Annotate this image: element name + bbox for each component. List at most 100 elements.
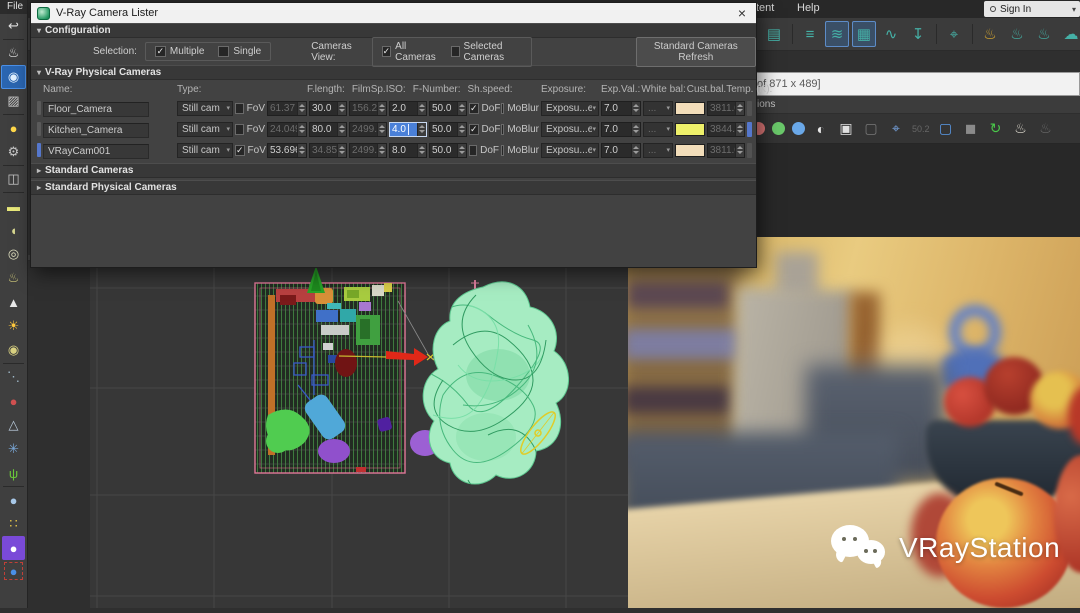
shspeed-spinner[interactable]: 50.0: [429, 101, 467, 116]
shspeed-spinner[interactable]: 50.0: [429, 122, 467, 137]
expval-spinner[interactable]: 7.0: [601, 101, 641, 116]
row-handle-selected[interactable]: [37, 143, 41, 157]
fnumber-spinner-editing[interactable]: 4.0: [389, 122, 427, 137]
fov-checkbox[interactable]: ✓: [235, 103, 244, 114]
dialog-title-bar[interactable]: V-Ray Camera Lister ×: [31, 3, 756, 23]
single-checkbox[interactable]: ✓: [218, 46, 229, 57]
undo-icon[interactable]: ↩: [0, 14, 27, 38]
cube-icon[interactable]: ◼: [962, 120, 980, 137]
custtemp-spinner[interactable]: 3811.0: [707, 143, 745, 158]
shspeed-spinner[interactable]: 50.0: [429, 143, 467, 158]
fov-spinner[interactable]: 61.37: [267, 101, 307, 116]
render-last-icon[interactable]: ♨: [1012, 120, 1030, 137]
monitor-icon[interactable]: ▢: [937, 120, 955, 137]
whitebal-dropdown[interactable]: ...▾: [643, 122, 673, 137]
layers-icon[interactable]: ≋: [825, 21, 849, 47]
rain-particles-icon[interactable]: ⋱: [0, 365, 27, 389]
dof-toggle[interactable]: ✓DoF: [469, 124, 499, 135]
select-region-icon[interactable]: ⌖: [942, 21, 966, 47]
film-iso-spinner[interactable]: 156.25: [349, 101, 387, 116]
fov-checkbox[interactable]: ✓: [235, 124, 244, 135]
rollout-standard-physical-cameras[interactable]: ▸ Standard Physical Cameras: [31, 180, 756, 195]
fov-toggle[interactable]: ✓FoV: [235, 145, 265, 156]
material-override-icon[interactable]: ●: [2, 536, 25, 560]
dof-checkbox[interactable]: ✓: [469, 103, 479, 114]
rollout-physical-cameras[interactable]: ▾ V-Ray Physical Cameras: [31, 65, 756, 80]
render-image-icon[interactable]: ▨: [0, 89, 27, 113]
camera-settings-icon[interactable]: ⚙: [0, 140, 27, 164]
quad-spheres-icon[interactable]: ∷: [0, 512, 27, 536]
camera-type-dropdown[interactable]: Still cam▾: [177, 143, 233, 158]
custtemp-spinner[interactable]: 3811.0: [707, 101, 745, 116]
copy-image-icon[interactable]: ▢: [862, 120, 880, 137]
moblur-toggle[interactable]: ✓MoBlur: [501, 103, 539, 114]
ring-sphere-icon[interactable]: ◉: [0, 338, 27, 362]
fov-checkbox[interactable]: ✓: [235, 145, 245, 156]
menu-item-partial[interactable]: tent: [756, 2, 774, 14]
gizmo-plane-icon[interactable]: △: [0, 413, 27, 437]
camera-name-input[interactable]: [43, 123, 149, 138]
exposure-dropdown[interactable]: Exposu...e (EV)▾: [541, 143, 599, 158]
curve-editor-icon[interactable]: ∿: [879, 21, 903, 47]
moblur-toggle[interactable]: ✓MoBlur: [501, 145, 539, 156]
fov-spinner[interactable]: 24.049: [267, 122, 307, 137]
cone-icon[interactable]: ▲: [0, 290, 27, 314]
fnumber-spinner[interactable]: 8.0: [389, 143, 427, 158]
sphere-blue-icon[interactable]: ●: [0, 488, 27, 512]
file-menu[interactable]: File: [0, 0, 27, 14]
camera-name-input[interactable]: [43, 144, 149, 159]
rollout-standard-cameras[interactable]: ▸ Standard Cameras: [31, 163, 756, 178]
render-teapot-icon[interactable]: ♨: [1005, 21, 1029, 47]
teapot-gold-icon[interactable]: ♨: [0, 266, 27, 290]
blue-channel-icon[interactable]: [792, 122, 805, 135]
menu-item-help[interactable]: Help: [797, 2, 820, 14]
all-cameras-option[interactable]: ✓ All Cameras: [382, 41, 438, 63]
fov-toggle[interactable]: ✓FoV: [235, 124, 265, 135]
render-teapot-icon[interactable]: ♨: [0, 41, 27, 65]
flength-spinner[interactable]: 30.0: [309, 101, 347, 116]
exposure-dropdown[interactable]: Exposu...e (EV)▾: [541, 122, 599, 137]
camera-name-input[interactable]: [43, 102, 149, 117]
custtemp-spinner[interactable]: 3844.0: [707, 122, 745, 137]
standard-cameras-refresh-button[interactable]: Standard Cameras Refresh: [636, 37, 756, 67]
selected-cameras-option[interactable]: ✓ Selected Cameras: [451, 41, 522, 63]
whitebal-color-swatch[interactable]: [675, 123, 705, 136]
window-layout-icon[interactable]: ▤: [762, 21, 786, 47]
multiple-checkbox[interactable]: ✓: [155, 46, 166, 57]
mono-channel-icon[interactable]: ◐: [812, 121, 830, 137]
vray-frame-buffer-icon[interactable]: ◉: [1, 65, 26, 89]
moblur-checkbox[interactable]: ✓: [501, 103, 504, 114]
render-cloud-icon[interactable]: ☁: [1059, 21, 1080, 47]
camera-type-dropdown[interactable]: Still cam▾: [177, 101, 233, 116]
grid-panel-icon[interactable]: ▦: [852, 21, 876, 47]
flength-spinner[interactable]: 80.0: [309, 122, 347, 137]
dof-checkbox[interactable]: ✓: [469, 124, 479, 135]
whitebal-color-swatch[interactable]: [675, 102, 705, 115]
save-image-icon[interactable]: ▣: [837, 120, 855, 137]
list-view-icon[interactable]: ≡: [798, 21, 822, 47]
sun-icon[interactable]: ☀: [0, 314, 27, 338]
moblur-checkbox[interactable]: ✓: [501, 124, 504, 135]
row-handle[interactable]: [37, 101, 41, 115]
fov-toggle[interactable]: ✓FoV: [235, 103, 265, 114]
rollout-configuration[interactable]: ▾ Configuration: [31, 23, 756, 38]
dof-checkbox[interactable]: ✓: [469, 145, 477, 156]
film-iso-spinner[interactable]: 2499.9: [349, 143, 387, 158]
fnumber-spinner[interactable]: 2.0: [389, 101, 427, 116]
whitebal-dropdown[interactable]: ...▾: [643, 101, 673, 116]
grass-icon[interactable]: ψ: [0, 461, 27, 485]
camera-type-dropdown[interactable]: Still cam▾: [177, 122, 233, 137]
molecule-icon[interactable]: ●: [0, 389, 27, 413]
close-icon[interactable]: ×: [734, 5, 750, 21]
dome-light-icon[interactable]: ◖: [0, 218, 27, 242]
flength-spinner[interactable]: 34.854: [309, 143, 347, 158]
green-channel-icon[interactable]: [772, 122, 785, 135]
moblur-checkbox[interactable]: ✓: [501, 145, 504, 156]
dof-toggle[interactable]: ✓DoF: [469, 145, 499, 156]
film-iso-spinner[interactable]: 2499.9: [349, 122, 387, 137]
lightbulb-icon[interactable]: ●: [0, 116, 27, 140]
viewport-top-view[interactable]: [28, 255, 628, 608]
dof-toggle[interactable]: ✓DoF: [469, 103, 499, 114]
moblur-toggle[interactable]: ✓MoBlur: [501, 124, 539, 135]
render-setup-icon[interactable]: ♨: [978, 21, 1002, 47]
